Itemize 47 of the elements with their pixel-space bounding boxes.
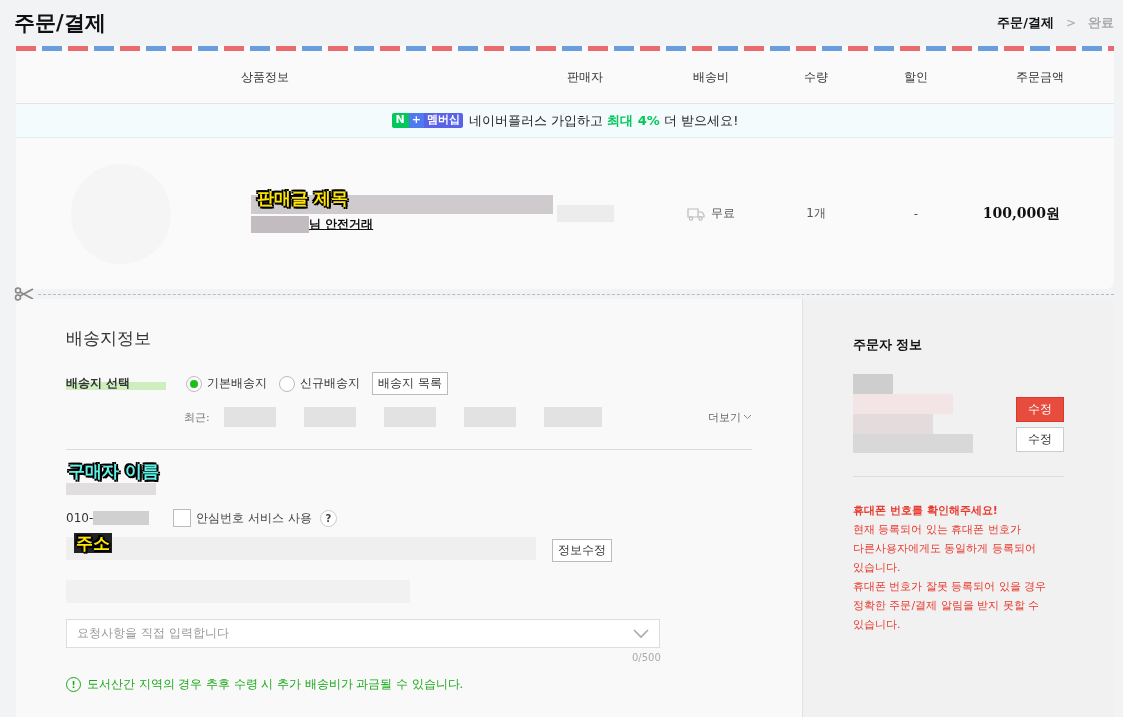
address-list-button[interactable]: 배송지 목록: [372, 372, 448, 395]
edit-info-button[interactable]: 정보수정: [552, 539, 612, 562]
more-button[interactable]: 더보기: [708, 409, 752, 425]
warning-text: 다른사용자에게도 동일하게 등록되어: [853, 541, 1037, 557]
warning-text: 있습니다.: [853, 560, 902, 576]
annotation-label: 판매글 제목: [256, 187, 349, 208]
warning-text: 있습니다.: [853, 617, 902, 633]
warning-title: 휴대폰 번호를 확인해주세요!: [853, 503, 999, 519]
annotation-label: 구매자 이름: [67, 460, 160, 483]
column-header: 상품정보: [241, 68, 289, 86]
seller-link[interactable]: 님 안전거래: [309, 215, 374, 233]
discount: -: [913, 206, 919, 221]
progress-step: 주문/결제: [997, 14, 1054, 32]
recent-label: 최근:: [184, 409, 210, 425]
column-header: 수량: [804, 68, 828, 86]
scissors-icon: [14, 287, 34, 301]
warning-text: 휴대폰 번호가 잘못 등록되어 있을 경우: [853, 579, 1048, 595]
safe-number-checkbox[interactable]: 안심번호 서비스 사용: [173, 509, 312, 527]
promo-text: 네이버플러스 가입하고 최대 4% 더 받으세요!: [469, 111, 739, 130]
redacted-block: [93, 511, 150, 525]
edit-button[interactable]: 수정: [1016, 427, 1064, 452]
chevron-down-icon: [743, 414, 752, 420]
field-label: 배송지 선택: [66, 375, 166, 392]
column-header: 할인: [904, 68, 928, 86]
address-radio[interactable]: 신규배송지: [279, 375, 360, 392]
section-heading: 주문자 정보: [853, 337, 924, 354]
chevron-down-icon: [633, 628, 649, 639]
page-title: 주문/결제: [14, 10, 106, 37]
column-header: 배송비: [693, 68, 729, 86]
phone-prefix: 010-: [66, 511, 94, 525]
quantity: 1개: [806, 205, 826, 222]
truck-icon: [687, 206, 705, 221]
column-header: 판매자: [567, 68, 603, 86]
annotation-label: 주소: [74, 533, 112, 553]
shipping-fee: 무료: [711, 205, 735, 222]
address-radio[interactable]: 기본배송지: [186, 375, 267, 392]
progress-step: 완료: [1088, 14, 1114, 32]
notice-text: 도서산간 지역의 경우 추후 수령 시 추가 배송비가 과금될 수 있습니다.: [87, 677, 464, 692]
step-separator: >: [1065, 16, 1076, 30]
section-heading: 배송지정보: [66, 327, 152, 350]
order-price: 100,000원: [982, 204, 1061, 223]
character-counter: 0/500: [632, 652, 661, 663]
warning-text: 현재 등록되어 있는 휴대폰 번호가: [853, 522, 1022, 538]
edit-button[interactable]: 수정: [1016, 397, 1064, 422]
column-header: 주문금액: [1016, 68, 1064, 86]
warning-text: 정확한 주문/결제 알림을 받지 못할 수: [853, 598, 1041, 614]
help-button[interactable]: ?: [319, 509, 337, 527]
